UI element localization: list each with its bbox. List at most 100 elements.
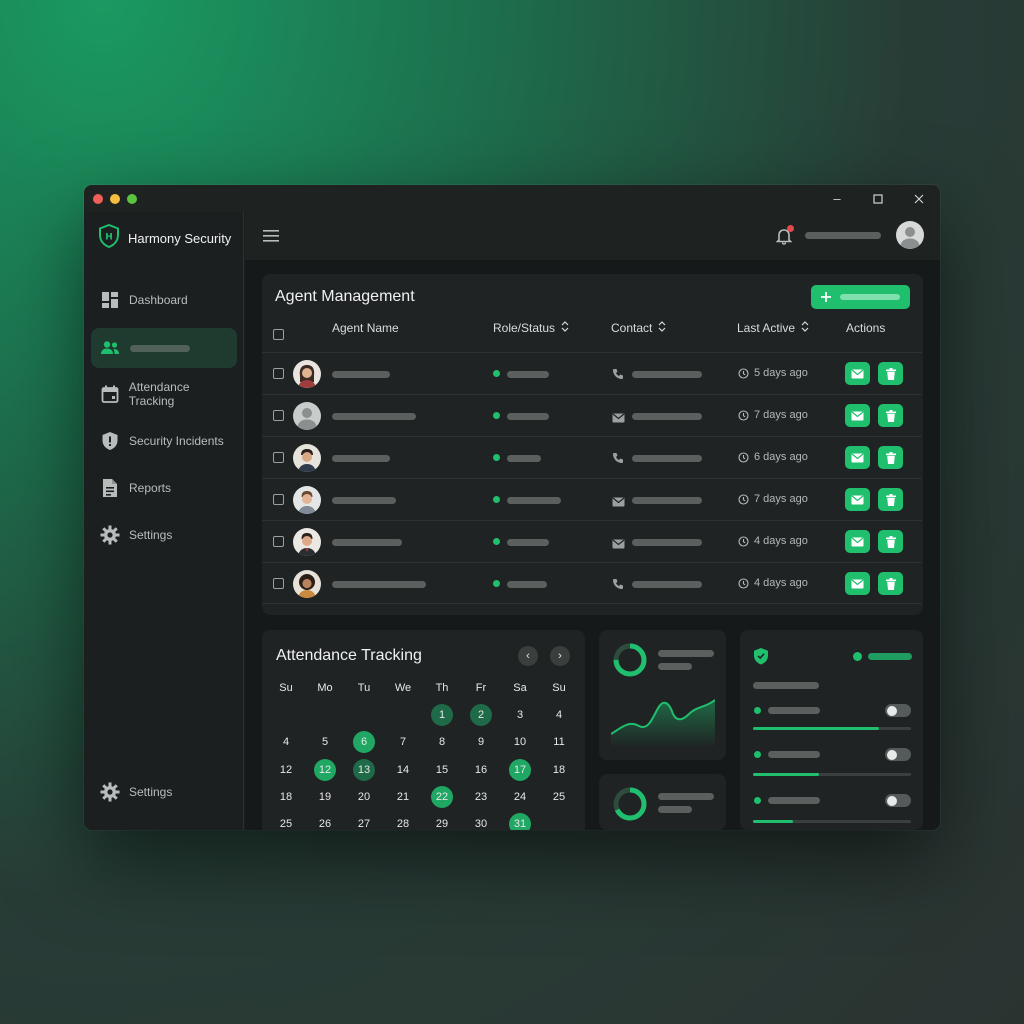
calendar-day[interactable]: 27: [353, 813, 375, 830]
column-header-role-status[interactable]: Role/Status: [493, 321, 569, 335]
sidebar-item-dashboard[interactable]: Dashboard: [91, 280, 237, 320]
menu-icon[interactable]: [263, 229, 279, 247]
email-agent-button[interactable]: [845, 446, 870, 469]
zoom-window-dot[interactable]: [127, 194, 137, 204]
user-name-placeholder: [805, 232, 881, 239]
calendar-day[interactable]: 14: [392, 759, 414, 781]
table-row[interactable]: 7 days ago: [262, 478, 922, 520]
add-agent-button[interactable]: [811, 285, 910, 309]
calendar-day[interactable]: 15: [431, 759, 453, 781]
agent-name-placeholder: [332, 539, 402, 546]
agent-name-placeholder: [332, 581, 426, 588]
row-checkbox[interactable]: [273, 494, 284, 505]
calendar-day[interactable]: 25: [548, 786, 570, 808]
sidebar-footer-settings[interactable]: Settings: [91, 772, 237, 812]
delete-agent-button[interactable]: [878, 488, 903, 511]
calendar-day[interactable]: 28: [392, 813, 414, 830]
calendar-day[interactable]: 21: [392, 786, 414, 808]
delete-agent-button[interactable]: [878, 530, 903, 553]
sidebar-item-reports[interactable]: Reports: [91, 468, 237, 508]
maximize-icon[interactable]: [869, 190, 887, 208]
calendar-day[interactable]: 29: [431, 813, 453, 830]
calendar-day[interactable]: 30: [470, 813, 492, 830]
calendar-day[interactable]: 1: [431, 704, 453, 726]
table-row[interactable]: 6 days ago: [262, 436, 922, 478]
agent-management-title: Agent Management: [275, 288, 415, 305]
calendar-day[interactable]: 10: [509, 731, 531, 753]
calendar-day[interactable]: 4: [275, 731, 297, 753]
calendar-day[interactable]: 12: [314, 759, 336, 781]
brand[interactable]: H Harmony Security: [98, 223, 231, 250]
clock-icon: [738, 451, 749, 463]
email-agent-button[interactable]: [845, 572, 870, 595]
calendar-day[interactable]: 17: [509, 759, 531, 781]
column-header-actions: Actions: [846, 321, 886, 335]
avatar: [293, 402, 321, 430]
calendar-day[interactable]: 31: [509, 813, 531, 830]
calendar-day[interactable]: 20: [353, 786, 375, 808]
column-header-agent-name[interactable]: Agent Name: [332, 321, 399, 335]
calendar-day[interactable]: 19: [314, 786, 336, 808]
select-all-checkbox[interactable]: [273, 329, 284, 340]
delete-agent-button[interactable]: [878, 572, 903, 595]
table-row[interactable]: 4 days ago: [262, 520, 922, 562]
row-checkbox[interactable]: [273, 368, 284, 379]
calendar-day[interactable]: 11: [548, 731, 570, 753]
email-agent-button[interactable]: [845, 362, 870, 385]
delete-agent-button[interactable]: [878, 404, 903, 427]
table-row[interactable]: 7 days ago: [262, 394, 922, 436]
minimize-window-dot[interactable]: [110, 194, 120, 204]
row-checkbox[interactable]: [273, 536, 284, 547]
calendar-day[interactable]: 16: [470, 759, 492, 781]
notification-dot: [787, 225, 794, 232]
email-agent-button[interactable]: [845, 530, 870, 553]
calendar-day[interactable]: 4: [548, 704, 570, 726]
calendar-day[interactable]: 25: [275, 813, 297, 830]
table-row[interactable]: 5 days ago: [262, 352, 922, 394]
avatar[interactable]: [896, 221, 924, 249]
column-header-contact[interactable]: Contact: [611, 321, 666, 335]
row-checkbox[interactable]: [273, 578, 284, 589]
setting-progress-fill: [753, 820, 793, 823]
calendar-day[interactable]: 18: [548, 759, 570, 781]
calendar-day[interactable]: 22: [431, 786, 453, 808]
column-header-last-active[interactable]: Last Active: [737, 321, 809, 335]
setting-toggle[interactable]: [885, 704, 911, 717]
calendar-day[interactable]: 13: [353, 759, 375, 781]
calendar-day[interactable]: 12: [275, 759, 297, 781]
bell-icon[interactable]: [775, 225, 794, 250]
calendar-day[interactable]: 9: [470, 731, 492, 753]
email-agent-button[interactable]: [845, 404, 870, 427]
calendar-day[interactable]: 26: [314, 813, 336, 830]
calendar-day[interactable]: 7: [392, 731, 414, 753]
minimize-icon[interactable]: –: [828, 190, 846, 208]
calendar-day[interactable]: 18: [275, 786, 297, 808]
calendar-day[interactable]: 6: [353, 731, 375, 753]
row-checkbox[interactable]: [273, 410, 284, 421]
setting-toggle[interactable]: [885, 748, 911, 761]
prev-month-button[interactable]: ‹: [518, 646, 538, 666]
setting-toggle[interactable]: [885, 794, 911, 807]
email-agent-button[interactable]: [845, 488, 870, 511]
sidebar-item-settings[interactable]: Settings: [91, 515, 237, 555]
calendar-day[interactable]: 3: [509, 704, 531, 726]
weekday-header: Fr: [475, 682, 487, 694]
sidebar-item-security-incidents[interactable]: Security Incidents: [91, 421, 237, 461]
calendar-day[interactable]: 2: [470, 704, 492, 726]
next-month-button[interactable]: ›: [550, 646, 570, 666]
setting-progress: [753, 727, 911, 730]
calendar-day[interactable]: 24: [509, 786, 531, 808]
delete-agent-button[interactable]: [878, 446, 903, 469]
close-icon[interactable]: [910, 190, 928, 208]
calendar-day[interactable]: 5: [314, 731, 336, 753]
calendar-day[interactable]: 8: [431, 731, 453, 753]
calendar-day[interactable]: 23: [470, 786, 492, 808]
row-checkbox[interactable]: [273, 452, 284, 463]
sidebar-item-agents[interactable]: [91, 328, 237, 368]
delete-agent-button[interactable]: [878, 362, 903, 385]
clock-icon: [738, 409, 749, 421]
close-window-dot[interactable]: [93, 194, 103, 204]
sidebar-item-attendance[interactable]: Attendance Tracking: [91, 374, 237, 414]
avatar: [293, 360, 321, 388]
table-row[interactable]: 4 days ago: [262, 562, 922, 604]
